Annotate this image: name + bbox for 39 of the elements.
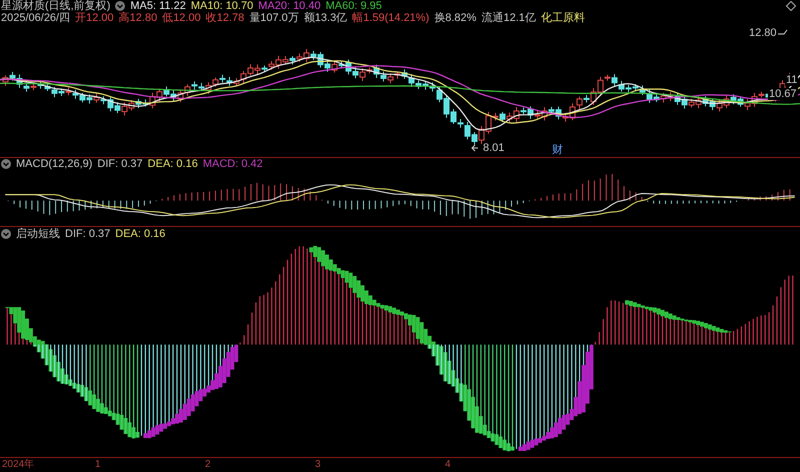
quote-value: 量107.0万 [249,12,299,24]
axis-label: 2024年 [2,459,34,472]
axis-label: 3 [315,459,321,472]
leader-line [778,30,788,34]
quote-value: 收12.78 [206,12,244,24]
chevron-icon[interactable] [1,159,11,170]
dea-value: DEA: 0.16 [115,228,166,240]
quote-value: 幅1.59(14.21%) [352,12,430,24]
quote-value: 低12.00 [162,12,201,24]
indicator-name: 启动短线 [16,228,60,240]
chevron-icon[interactable] [115,1,126,11]
moving-average-value: MA20: 10.40 [258,0,321,12]
price-label: 10.67 [768,88,798,100]
quote-date: 2025/06/26/四 [1,12,70,24]
diamond-icon[interactable] [786,1,796,11]
quote-value: 开12.00 [75,12,114,24]
quote-value: 换8.82% [434,12,476,24]
moving-average-value: MA5: 11.22 [130,0,186,12]
axis-label: 4 [445,459,451,472]
price-label: 8.01 [482,142,506,154]
quote-value: 高12.80 [118,12,158,24]
indicator-name: MACD(12,26,9) [16,158,92,170]
macd-value: MACD: 0.42 [202,158,263,170]
quote-value: 化工原料 [540,12,585,24]
moving-average-value: MA10: 10.70 [190,0,254,12]
dif-value: DIF: 0.37 [97,158,143,170]
axis-label: 2 [205,459,211,472]
event-marker[interactable]: 财 [552,144,563,156]
price-label: 11 [785,74,798,86]
price-label: 12.80 [748,27,778,39]
stock-title: 星源材质(日线,前复权) [1,0,110,12]
axis-label: 1 [95,459,101,472]
quote-value: 流通12.1亿 [481,12,536,24]
dif-value: DIF: 0.37 [65,228,110,240]
leader-arrow [471,144,478,152]
dea-value: DEA: 0.16 [148,158,198,170]
moving-average-value: MA60: 9.95 [326,0,382,12]
chevron-icon[interactable] [1,228,11,238]
quote-value: 额13.3亿 [304,12,348,24]
